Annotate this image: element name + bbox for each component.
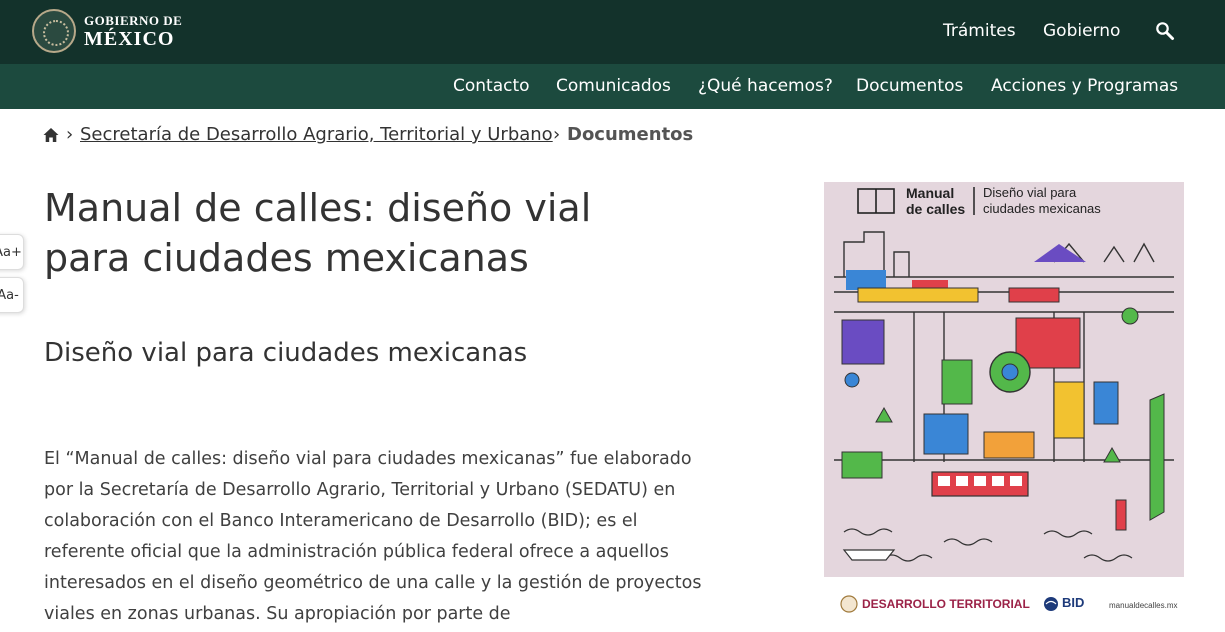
home-icon[interactable] bbox=[43, 127, 59, 143]
city-illustration bbox=[834, 187, 1174, 562]
article-body: El “Manual de calles: diseño vial para c… bbox=[44, 449, 702, 624]
nav-item-contacto[interactable]: Contacto bbox=[453, 76, 530, 96]
breadcrumb-separator: › bbox=[553, 124, 561, 145]
nav-item-acciones-programas[interactable]: Acciones y Programas bbox=[991, 76, 1178, 96]
header-link-gobierno[interactable]: Gobierno bbox=[1043, 21, 1120, 41]
bid-globe-icon bbox=[1044, 597, 1058, 611]
page-subtitle: Diseño vial para ciudades mexicanas bbox=[44, 338, 528, 368]
search-icon[interactable] bbox=[1155, 21, 1175, 41]
bid-logo: BID bbox=[1062, 595, 1085, 610]
seal-icon bbox=[840, 595, 858, 613]
logo-text: GOBIERNO DE MÉXICO bbox=[84, 14, 182, 49]
cover-title: Manual de calles bbox=[906, 185, 965, 217]
nav-item-que-hacemos[interactable]: ¿Qué hacemos? bbox=[698, 76, 833, 96]
nav-item-comunicados[interactable]: Comunicados bbox=[556, 76, 671, 96]
page-title: Manual de calles: diseño vial para ciuda… bbox=[44, 186, 592, 280]
breadcrumb-separator: › bbox=[66, 124, 74, 145]
cover-subtitle: Diseño vial para ciudades mexicanas bbox=[983, 185, 1101, 217]
cover-footer-logos: DESARROLLO TERRITORIAL BID manualdecalle… bbox=[836, 592, 1181, 622]
manual-url: manualdecalles.mx bbox=[1109, 601, 1178, 610]
desarrollo-territorial-logo: DESARROLLO TERRITORIAL bbox=[862, 597, 1030, 611]
national-seal-icon bbox=[32, 9, 76, 53]
header-link-tramites[interactable]: Trámites bbox=[943, 21, 1016, 41]
top-header-bar bbox=[0, 0, 1225, 64]
cover-subtitle-line-2: ciudades mexicanas bbox=[983, 201, 1101, 216]
manual-cover-image[interactable]: Manual de calles Diseño vial para ciudad… bbox=[824, 182, 1184, 577]
cover-title-line-2: de calles bbox=[906, 201, 966, 217]
breadcrumb-current: Documentos bbox=[567, 124, 694, 145]
cover-subtitle-line-1: Diseño vial para bbox=[983, 185, 1077, 200]
font-increase-button[interactable]: Aa+ bbox=[0, 234, 24, 270]
logo-line-2: MÉXICO bbox=[84, 27, 175, 50]
logo-line-1: GOBIERNO DE bbox=[84, 12, 183, 28]
breadcrumb-parent-link[interactable]: Secretaría de Desarrollo Agrario, Territ… bbox=[80, 124, 553, 145]
book-icon bbox=[857, 188, 895, 214]
cover-title-line-1: Manual bbox=[906, 185, 955, 201]
gobierno-logo[interactable]: GOBIERNO DE MÉXICO bbox=[32, 9, 182, 53]
font-decrease-button[interactable]: Aa- bbox=[0, 277, 24, 313]
nav-item-documentos[interactable]: Documentos bbox=[856, 76, 963, 96]
